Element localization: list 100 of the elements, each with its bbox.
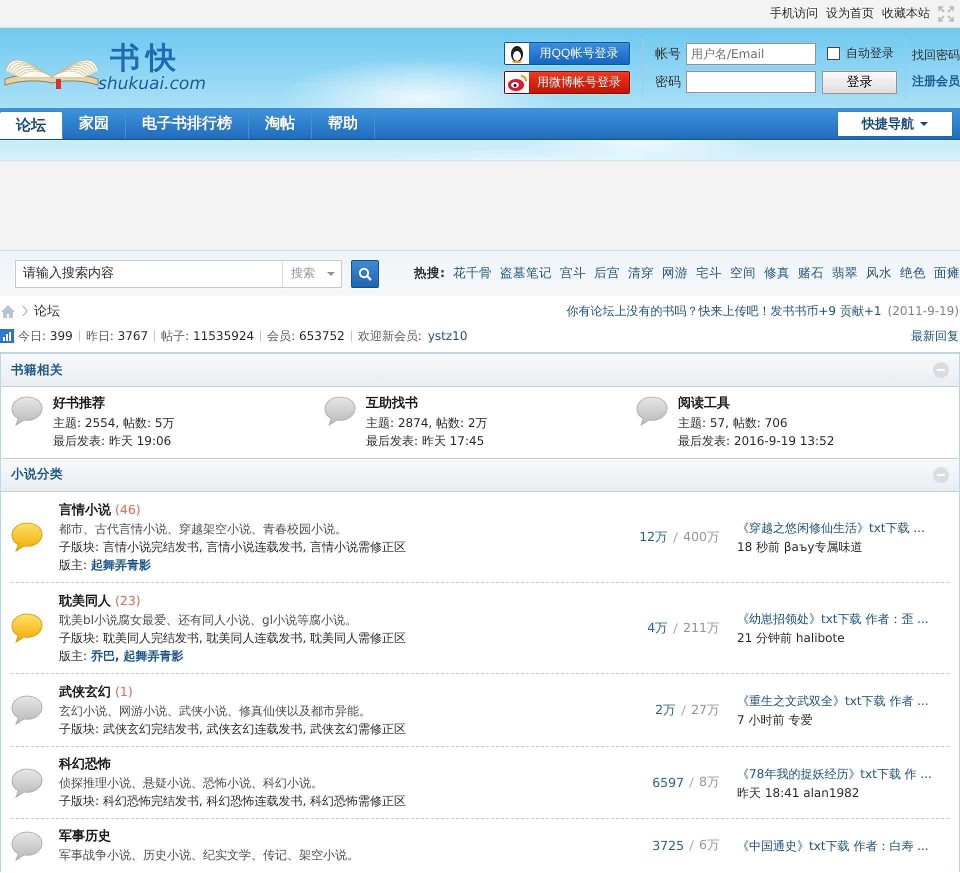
hot-search-link[interactable]: 花千骨 xyxy=(453,265,492,282)
moderator-label: 版主: xyxy=(59,648,88,662)
section-title[interactable]: 书籍相关 xyxy=(11,362,933,378)
post-count: 8万 xyxy=(699,774,720,791)
last-post-link[interactable]: 《78年我的捉妖经历》txt下载 作 ... xyxy=(737,764,949,784)
forum-description: 都市、古代言情小说、穿越架空小说、青春校园小说。 xyxy=(59,520,348,538)
last-post-info: 18 秒前 βаъу专属味道 xyxy=(737,539,864,556)
subforum-list: 子版块: 耽美同人完结发书, 耽美同人连载发书, 耽美同人需修正区 xyxy=(59,628,480,646)
password-label: 密码 xyxy=(655,74,681,91)
qq-login-button[interactable]: 用QQ帐号登录 xyxy=(504,42,630,65)
last-post-info: 昨天 18:41 alan1982 xyxy=(737,784,860,802)
moderator-label: 版主: xyxy=(59,558,88,572)
forum-name[interactable]: 互助找书 xyxy=(366,395,488,414)
collapse-icon[interactable] xyxy=(933,466,949,482)
hot-search-link[interactable]: 宫斗 xyxy=(560,265,586,282)
fullscreen-icon[interactable] xyxy=(938,6,954,22)
account-field[interactable]: 用户名/Email xyxy=(686,42,816,64)
forum-name[interactable]: 言情小说 xyxy=(59,502,111,520)
nav-tab[interactable]: 电子书排行榜 xyxy=(126,108,249,139)
nav-tab[interactable]: 家园 xyxy=(63,108,126,139)
forum-name[interactable]: 好书推荐 xyxy=(53,395,175,414)
login-button[interactable]: 登录 xyxy=(822,70,897,94)
stat-item: 会员: 653752 xyxy=(260,330,351,342)
account-link[interactable]: 注册会员 xyxy=(912,72,960,90)
nav-tab[interactable]: 淘帖 xyxy=(249,108,312,139)
stat-item: 今日: 399 xyxy=(17,330,74,342)
hot-search-link[interactable]: 修真 xyxy=(764,265,790,282)
last-post-link[interactable]: 《中国通史》txt下载 作者：白寿 ... xyxy=(737,837,949,856)
password-field[interactable] xyxy=(686,71,816,93)
auto-login-checkbox[interactable] xyxy=(827,47,840,60)
new-post-count: (46) xyxy=(115,500,141,518)
forum-name[interactable]: 阅读工具 xyxy=(678,395,834,414)
stat-item: 昨日: 3767 xyxy=(78,330,154,342)
nav-tab[interactable]: 帮助 xyxy=(312,108,375,139)
account-link[interactable]: 找回密码 xyxy=(912,46,960,64)
caret-icon xyxy=(327,272,336,276)
post-count: 6万 xyxy=(699,837,720,854)
home-icon[interactable] xyxy=(0,304,16,318)
thread-count: 2万 xyxy=(655,702,676,718)
search-button[interactable] xyxy=(351,260,379,288)
logo-title: 书快 xyxy=(109,43,183,75)
hot-search-link[interactable]: 宅斗 xyxy=(696,265,722,282)
collapse-icon[interactable] xyxy=(933,362,949,378)
quick-nav-button[interactable]: 快捷导航 xyxy=(838,112,952,136)
hot-search-link[interactable]: 清穿 xyxy=(628,265,654,282)
forum-name[interactable]: 科幻恐怖 xyxy=(59,756,111,774)
hot-search-link[interactable]: 网游 xyxy=(662,265,688,282)
breadcrumb-separator-icon xyxy=(22,305,28,317)
forum-stats: 主题: 57, 帖数: 706 xyxy=(678,414,789,432)
section-title[interactable]: 小说分类 xyxy=(11,466,933,483)
hot-search-link[interactable]: 风水 xyxy=(866,265,892,282)
hot-search-link[interactable]: 后宫 xyxy=(594,265,620,282)
thread-count: 4万 xyxy=(647,620,668,636)
member-link[interactable]: ystz10 xyxy=(428,329,468,343)
nav-tab[interactable]: 论坛 xyxy=(0,112,63,139)
hot-search-link[interactable]: 面瘫 xyxy=(934,265,960,282)
post-count: 211万 xyxy=(683,620,720,636)
top-link[interactable]: 收藏本站 xyxy=(882,5,930,22)
newest-member-label: 欢迎新会员: xyxy=(350,330,428,342)
subforum-list: 子版块: 科幻恐怖完结发书, 科幻恐怖连载发书, 科幻恐怖需修正区 xyxy=(59,792,480,810)
last-post-link[interactable]: 《幼崽招领处》txt下载 作者：歪 ... xyxy=(737,610,949,629)
forum-name[interactable]: 武侠玄幻 xyxy=(59,684,111,702)
thread-count: 6597 xyxy=(652,775,684,790)
latest-replies-link[interactable]: 最新回复 xyxy=(911,328,959,344)
hot-search-link[interactable]: 翡翠 xyxy=(832,265,858,282)
moderator-link[interactable]: 起舞弄青影 xyxy=(90,558,151,572)
hot-search-link[interactable]: 绝色 xyxy=(900,265,926,282)
post-count: 27万 xyxy=(691,702,720,718)
subforum-list: 子版块: 武侠玄幻完结发书, 武侠玄幻连载发书, 武侠玄幻需修正区 xyxy=(59,720,480,738)
weibo-eye-icon xyxy=(505,72,529,93)
moderator-link[interactable]: 乔巴, 起舞弄青影 xyxy=(90,648,184,662)
logo-subtitle: shukuai.com xyxy=(98,75,206,93)
forum-last-post: 最后发表: 昨天 17:45 xyxy=(366,433,486,450)
stats-chart-icon xyxy=(0,329,14,343)
auto-login-label: 自动登录 xyxy=(846,45,894,62)
new-post-count: (1) xyxy=(115,682,133,700)
last-post-info: 21 分钟前 halibote xyxy=(737,630,846,647)
new-post-count: (23) xyxy=(115,592,141,610)
last-post-link[interactable]: 《重生之文武双全》txt下载 作者 ... xyxy=(737,692,949,711)
forum-description: 玄幻小说、网游小说、武侠小说、修真仙侠以及都市异能。 xyxy=(59,702,372,720)
breadcrumb-link[interactable]: 论坛 xyxy=(34,302,60,320)
forum-last-post: 最后发表: 2016-9-19 13:52 xyxy=(678,433,834,450)
weibo-login-button[interactable]: 用微博帐号登录 xyxy=(504,71,630,94)
forum-description: 耽美bl小说腐女最爱、还有同人小说、gl小说等腐小说。 xyxy=(59,612,358,628)
forum-name[interactable]: 耽美同人 xyxy=(59,592,111,610)
last-post-info: 7 小时前 专爱 xyxy=(737,712,814,729)
thread-count: 3725 xyxy=(652,838,684,853)
notice-link[interactable]: 你有论坛上没有的书吗？快来上传吧！发书书币+9 贡献+1 xyxy=(566,302,882,320)
hot-search-link[interactable]: 赌石 xyxy=(798,265,824,282)
hot-search-link[interactable]: 盗墓笔记 xyxy=(500,265,552,282)
stat-item: 帖子: 11535924 xyxy=(154,330,260,342)
top-link[interactable]: 手机访问 xyxy=(770,5,818,22)
top-link[interactable]: 设为首页 xyxy=(826,5,874,22)
forum-description: 侦探推理小说、悬疑小说、恐怖小说、科幻小说。 xyxy=(59,774,324,792)
last-post-link[interactable]: 《穿越之悠闲修仙生活》txt下载 ... xyxy=(737,519,949,538)
thread-count: 12万 xyxy=(639,528,668,546)
hot-search-link[interactable]: 空间 xyxy=(730,265,756,282)
forum-description: 军事战争小说、历史小说、纪实文学、传记、架空小说。 xyxy=(59,846,360,864)
forum-name[interactable]: 军事历史 xyxy=(59,828,111,846)
caret-icon xyxy=(920,122,928,126)
